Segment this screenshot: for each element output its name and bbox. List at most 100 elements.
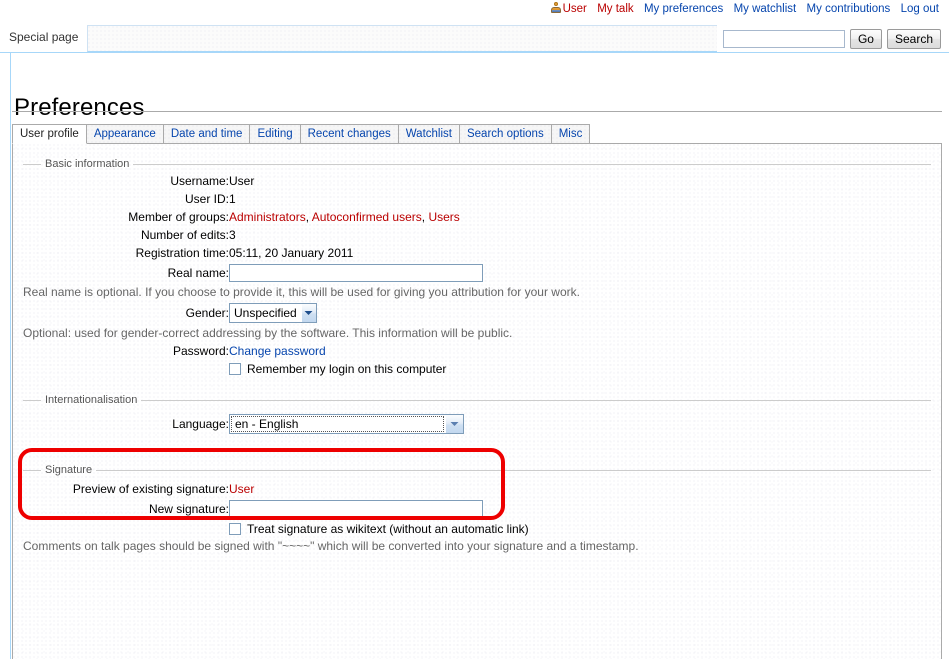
personal-link-my-preferences[interactable]: My preferences <box>644 0 723 19</box>
member-of-groups-label: Member of groups: <box>23 208 229 226</box>
row-username: Username: User <box>23 172 580 190</box>
content-left-rail <box>10 53 11 659</box>
page-title: Preferences <box>14 94 145 122</box>
password-label: Password: <box>23 342 229 360</box>
row-number-of-edits: Number of edits: 3 <box>23 226 580 244</box>
page-title-rule <box>12 111 942 112</box>
row-new-signature: New signature: <box>23 498 639 520</box>
new-signature-label: New signature: <box>23 498 229 520</box>
internationalisation-fieldset: Internationalisation Language: en - Engl… <box>23 394 931 450</box>
row-registration-time: Registration time: 05:11, 20 January 201… <box>23 244 580 262</box>
row-real-name: Real name: <box>23 262 580 284</box>
tab-user-profile[interactable]: User profile <box>12 124 87 144</box>
basic-information-table: Username: User User ID: 1 Member of grou… <box>23 172 580 378</box>
group-link-administrators[interactable]: Administrators <box>229 210 306 224</box>
row-gender: Gender: Unspecified <box>23 301 580 325</box>
basic-information-fieldset: Basic information Username: User User ID… <box>23 158 931 378</box>
row-member-of-groups: Member of groups: Administrators, Autoco… <box>23 208 580 226</box>
chevron-down-icon <box>445 415 463 433</box>
search-input[interactable] <box>723 30 845 48</box>
go-button[interactable]: Go <box>850 29 882 49</box>
language-cell: en - English <box>229 412 464 436</box>
real-name-input[interactable] <box>229 264 483 282</box>
remember-login-checkbox[interactable] <box>229 363 241 375</box>
real-name-label: Real name: <box>23 262 229 284</box>
namespace-and-search-row: Special page Go Search <box>0 19 949 52</box>
signature-table: Preview of existing signature: User New … <box>23 480 639 555</box>
wikitext-spacer <box>23 520 229 538</box>
tab-watchlist[interactable]: Watchlist <box>398 124 460 143</box>
row-user-id: User ID: 1 <box>23 190 580 208</box>
language-select-value: en - English <box>231 416 444 432</box>
remember-login-label: Remember my login on this computer <box>247 362 446 376</box>
language-select[interactable]: en - English <box>229 414 464 434</box>
new-signature-cell <box>229 498 639 520</box>
search-button[interactable]: Search <box>887 29 941 49</box>
personal-navigation-bar: User My talk My preferences My watchlist… <box>0 0 949 19</box>
row-language: Language: en - English <box>23 412 464 436</box>
personal-link-user[interactable]: User <box>550 0 587 19</box>
signature-preview-value[interactable]: User <box>229 482 254 496</box>
remember-login-spacer <box>23 360 229 378</box>
username-label: Username: <box>23 172 229 190</box>
personal-link-my-contributions[interactable]: My contributions <box>807 0 891 19</box>
tab-appearance[interactable]: Appearance <box>86 124 164 143</box>
personal-link-log-out[interactable]: Log out <box>901 0 939 19</box>
row-password: Password: Change password <box>23 342 580 360</box>
search-area: Go Search <box>723 29 941 49</box>
user-id-value: 1 <box>229 190 580 208</box>
gender-help: Optional: used for gender-correct addres… <box>23 325 580 342</box>
registration-time-value: 05:11, 20 January 2011 <box>229 244 580 262</box>
number-of-edits-label: Number of edits: <box>23 226 229 244</box>
internationalisation-table: Language: en - English <box>23 412 464 436</box>
username-value: User <box>229 172 580 190</box>
real-name-help: Real name is optional. If you choose to … <box>23 284 580 301</box>
tab-search-options[interactable]: Search options <box>459 124 552 143</box>
row-remember-login: Remember my login on this computer <box>23 360 580 378</box>
tab-date-and-time[interactable]: Date and time <box>163 124 251 143</box>
chevron-down-icon <box>301 304 316 322</box>
preferences-panel: Basic information Username: User User ID… <box>12 144 942 659</box>
row-wikitext-checkbox: Treat signature as wikitext (without an … <box>23 520 639 538</box>
tab-misc[interactable]: Misc <box>551 124 591 143</box>
row-real-name-help: Real name is optional. If you choose to … <box>23 284 580 301</box>
user-id-label: User ID: <box>23 190 229 208</box>
member-of-groups-value: Administrators, Autoconfirmed users, Use… <box>229 208 580 226</box>
gender-select[interactable]: Unspecified <box>229 303 317 323</box>
personal-link-my-watchlist[interactable]: My watchlist <box>734 0 797 19</box>
row-signature-help: Comments on talk pages should be signed … <box>23 538 639 555</box>
signature-fieldset: Signature Preview of existing signature:… <box>23 464 931 555</box>
new-signature-input[interactable] <box>229 500 483 518</box>
change-password-cell: Change password <box>229 342 580 360</box>
signature-preview-label: Preview of existing signature: <box>23 480 229 498</box>
personal-link-user-label: User <box>563 3 587 15</box>
group-link-autoconfirmed-users[interactable]: Autoconfirmed users <box>312 210 422 224</box>
registration-time-label: Registration time: <box>23 244 229 262</box>
user-icon <box>550 1 562 14</box>
language-label: Language: <box>23 412 229 436</box>
row-signature-preview: Preview of existing signature: User <box>23 480 639 498</box>
tab-recent-changes[interactable]: Recent changes <box>300 124 399 143</box>
gender-cell: Unspecified <box>229 301 580 325</box>
treat-signature-as-wikitext-label: Treat signature as wikitext (without an … <box>247 522 529 536</box>
row-gender-help: Optional: used for gender-correct addres… <box>23 325 580 342</box>
group-link-users[interactable]: Users <box>428 210 459 224</box>
gender-label: Gender: <box>23 301 229 325</box>
gender-select-value: Unspecified <box>230 304 301 322</box>
namespace-tab-special-page[interactable]: Special page <box>0 25 87 52</box>
signature-preview-cell: User <box>229 480 639 498</box>
namespace-tab-filler <box>87 25 717 52</box>
change-password-link[interactable]: Change password <box>229 344 326 358</box>
personal-link-my-talk[interactable]: My talk <box>597 0 633 19</box>
real-name-cell <box>229 262 580 284</box>
preferences-tab-bar: User profile Appearance Date and time Ed… <box>12 124 942 144</box>
signature-legend: Signature <box>41 464 96 476</box>
basic-information-legend: Basic information <box>41 158 133 170</box>
treat-signature-as-wikitext-checkbox[interactable] <box>229 523 241 535</box>
tab-editing[interactable]: Editing <box>249 124 300 143</box>
namespace-tabs: Special page <box>0 25 717 52</box>
wikitext-cell: Treat signature as wikitext (without an … <box>229 520 639 538</box>
tab-bar-filler <box>589 124 942 143</box>
remember-login-cell: Remember my login on this computer <box>229 360 580 378</box>
internationalisation-legend: Internationalisation <box>41 394 141 406</box>
